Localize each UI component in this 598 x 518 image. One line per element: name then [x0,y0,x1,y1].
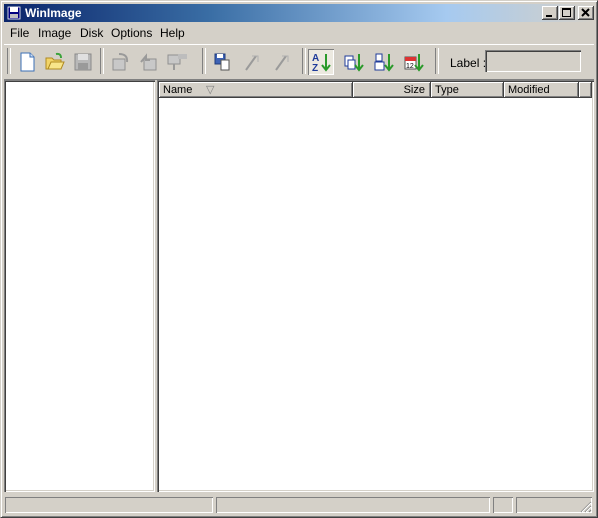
format-write-icon [167,54,187,70]
menu-disk[interactable]: Disk [80,26,103,40]
save-disk-icon [74,53,92,71]
menu-help[interactable]: Help [160,26,185,40]
format-write-button[interactable] [163,49,189,75]
extract-button[interactable] [239,49,265,75]
column-name-label: Name [163,84,193,96]
toolbar-separator [100,48,104,74]
new-document-icon [20,52,35,72]
inject-file-icon [214,53,230,71]
sort-by-size-button[interactable] [371,49,397,75]
toolbar-separator [202,48,206,74]
toolbar-separator [302,48,306,74]
menu-file[interactable]: File [10,26,29,40]
write-disk-icon [140,53,157,71]
status-panel-1 [5,497,213,513]
app-window: WinImage File Image Disk Options Help A … [0,0,598,518]
close-button[interactable] [578,6,594,20]
new-image-button[interactable] [14,49,40,75]
volume-label-field[interactable] [485,50,581,72]
extract-path-button[interactable] [269,49,295,75]
open-button[interactable] [42,49,68,75]
status-panel-2 [216,497,490,513]
read-disk-button[interactable] [107,49,133,75]
svg-text:Z: Z [312,63,318,72]
sort-by-date-button[interactable]: 12 [401,49,427,75]
column-header-filler [579,82,592,98]
menu-bar: File Image Disk Options Help [4,24,594,42]
window-title: WinImage [25,6,82,20]
column-header-name[interactable]: Name ▽ [159,82,353,98]
column-header-type[interactable]: Type [431,82,504,98]
status-bar [4,495,594,515]
close-icon [581,8,590,17]
sort-indicator-icon: ▽ [206,84,215,96]
column-size-label: Size [403,84,425,96]
extract-path-icon [275,55,289,71]
resize-grip-icon[interactable] [580,501,592,513]
menu-options[interactable]: Options [111,26,152,40]
toolbar-separator [435,48,439,74]
sort-by-date-icon: 12 [404,54,424,72]
open-folder-icon [45,52,65,70]
status-panel-3 [493,497,513,513]
svg-text:12: 12 [406,63,414,70]
title-bar[interactable]: WinImage [4,4,594,22]
maximize-icon [562,8,571,17]
save-button[interactable] [70,49,96,75]
folder-tree-pane[interactable] [4,80,155,492]
app-floppy-icon [7,6,21,20]
sort-by-type-button[interactable] [341,49,367,75]
toolbar-grip[interactable] [7,48,11,74]
sort-by-name-icon: AZ [312,53,331,72]
write-disk-button[interactable] [135,49,161,75]
minimize-icon [546,15,552,17]
sort-by-size-icon [374,53,394,72]
read-disk-icon [112,53,129,71]
sort-by-name-button[interactable]: AZ [308,49,334,75]
column-type-label: Type [435,84,459,96]
column-header-size[interactable]: Size [353,82,431,98]
menu-image[interactable]: Image [38,26,71,40]
inject-button[interactable] [209,49,235,75]
column-header-modified[interactable]: Modified [504,82,579,98]
extract-icon [245,55,259,71]
maximize-button[interactable] [559,6,575,20]
file-list-pane[interactable]: Name ▽ Size Type Modified [157,80,594,492]
minimize-button[interactable] [542,6,558,20]
column-modified-label: Modified [508,84,550,96]
label-caption: Label : [450,56,487,70]
sort-by-type-icon [344,54,364,72]
